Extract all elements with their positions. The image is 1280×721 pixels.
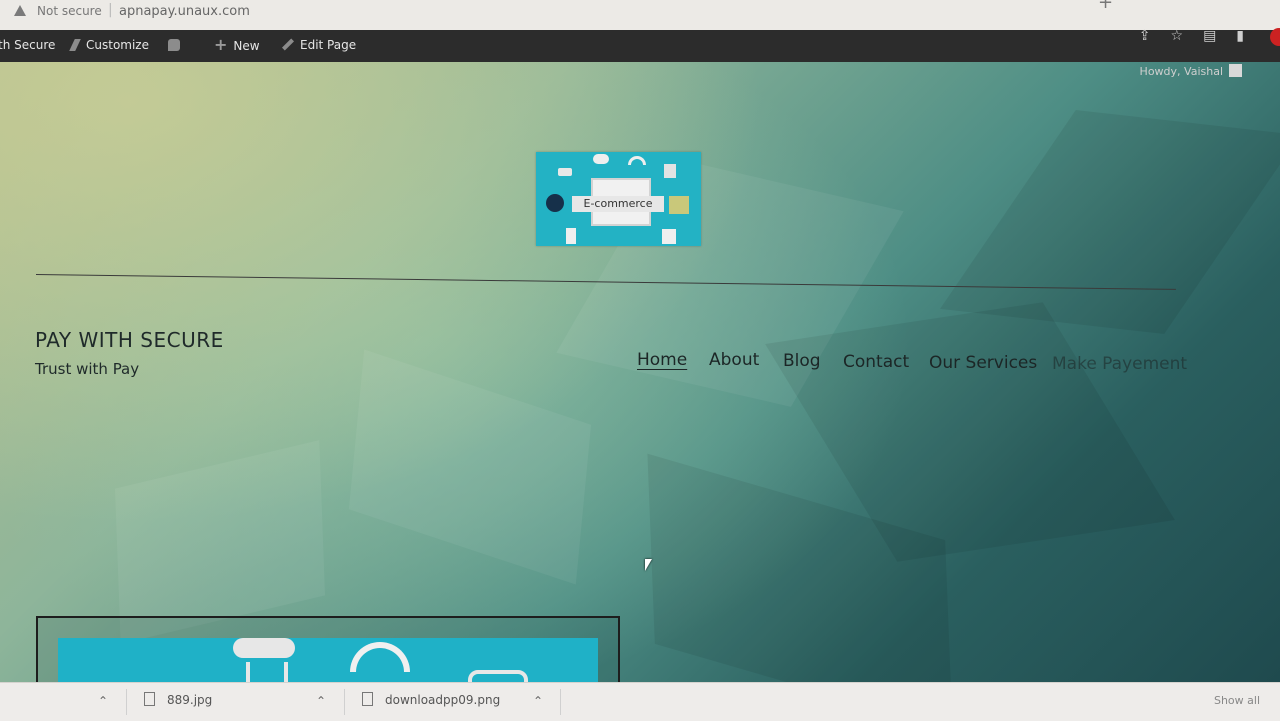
new-content-link[interactable]: + New: [214, 35, 260, 54]
download-item[interactable]: 889.jpg: [144, 692, 212, 707]
warning-icon: [14, 5, 26, 16]
device-icon: [468, 670, 528, 682]
download-filename: 889.jpg: [167, 693, 213, 707]
logo-label: E-commerce: [572, 196, 664, 212]
address-separator: |: [108, 2, 113, 18]
plus-icon: +: [214, 35, 228, 54]
nav-home[interactable]: Home: [637, 350, 687, 370]
brush-icon: [69, 39, 81, 51]
howdy-account-menu[interactable]: Howdy, Vaishal: [1140, 64, 1242, 78]
mouse-cursor: [645, 559, 652, 571]
site-logo[interactable]: E-commerce: [536, 152, 701, 246]
phone-icon: [566, 228, 576, 244]
customize-link[interactable]: Customize: [69, 38, 149, 52]
show-all-downloads-button[interactable]: Show all: [1214, 694, 1260, 707]
site-page: Howdy, Vaishal E-commerce PAY WITH SECUR…: [0, 62, 1280, 682]
nav-blog[interactable]: Blog: [783, 351, 821, 371]
new-label: New: [233, 39, 260, 53]
device-icon: [664, 164, 676, 178]
cloud-icon: [233, 638, 295, 658]
nav-about[interactable]: About: [709, 350, 759, 370]
cloud-icon: [593, 154, 609, 164]
download-item[interactable]: downloadpp09.png: [362, 692, 500, 707]
security-status[interactable]: Not secure: [37, 4, 102, 18]
downloads-bar: ⌃ 889.jpg ⌃ downloadpp09.png ⌃ Show all: [0, 682, 1280, 721]
comment-icon: [168, 39, 180, 51]
avatar: [1229, 64, 1242, 77]
wp-admin-bar: th Secure Customize + New Edit Page ⇪☆▤▮: [0, 28, 1280, 62]
edit-page-label: Edit Page: [300, 38, 357, 52]
site-tagline: Trust with Pay: [35, 360, 140, 378]
nav-make-payment[interactable]: Make Payement: [1052, 354, 1187, 374]
featured-image: [58, 638, 598, 682]
wifi-icon: [628, 156, 646, 165]
browser-address-bar: Not secure | apnapay.unaux.com +: [0, 0, 1280, 31]
upload-arrows-icon: [246, 662, 288, 682]
edit-page-link[interactable]: Edit Page: [281, 38, 357, 52]
wifi-icon: [350, 642, 410, 672]
new-tab-button[interactable]: +: [1098, 0, 1113, 13]
featured-image-card[interactable]: [36, 616, 620, 682]
browser-toolbar-icons[interactable]: ⇪☆▤▮: [1139, 28, 1264, 44]
file-icon: [144, 692, 155, 706]
file-icon: [362, 692, 373, 706]
chevron-up-icon[interactable]: ⌃: [316, 694, 326, 708]
download-filename: downloadpp09.png: [385, 693, 501, 707]
pencil-icon: [281, 38, 295, 51]
comments-link[interactable]: [168, 38, 188, 52]
chevron-up-icon[interactable]: ⌃: [533, 694, 543, 708]
url-field[interactable]: apnapay.unaux.com: [119, 4, 250, 19]
nav-contact[interactable]: Contact: [843, 352, 909, 372]
howdy-label: Howdy, Vaishal: [1139, 65, 1223, 78]
site-title[interactable]: PAY WITH SECURE: [35, 328, 224, 352]
chevron-up-icon[interactable]: ⌃: [98, 694, 108, 708]
truck-icon: [558, 168, 572, 176]
store-icon: [669, 196, 689, 214]
receipt-icon: [662, 229, 676, 244]
nav-our-services[interactable]: Our Services: [929, 353, 1037, 373]
customize-label: Customize: [86, 38, 149, 52]
globe-icon: [546, 194, 564, 212]
browser-profile-avatar[interactable]: [1270, 28, 1280, 46]
admin-site-name[interactable]: th Secure: [0, 38, 55, 52]
